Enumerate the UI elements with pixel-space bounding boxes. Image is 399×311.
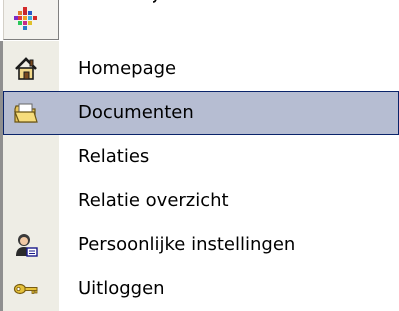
dropdown-menu: Homepage Documenten Relaties Relatie ove… [0, 41, 399, 311]
menu-item-homepage[interactable]: Homepage [3, 47, 399, 91]
user-settings-icon [16, 234, 38, 257]
menu-item-label: Uitloggen [78, 278, 165, 299]
menu-item-relatie-overzicht[interactable]: Relatie overzicht [3, 179, 399, 223]
key-icon [13, 283, 38, 295]
main-menu-button[interactable] [3, 0, 59, 40]
app-window: Homepage Documenten Relaties Relatie ove… [0, 0, 399, 311]
open-folder-icon [14, 103, 38, 123]
app-logo-icon [14, 7, 37, 30]
menu-item-label: Relatie overzicht [78, 190, 229, 211]
cursor-fragment [152, 0, 157, 3]
home-icon [15, 57, 37, 80]
menu-item-label: Relaties [78, 146, 150, 167]
menu-item-label: Homepage [78, 58, 177, 79]
menubar [0, 0, 399, 42]
menu-item-uitloggen[interactable]: Uitloggen [3, 267, 399, 311]
menu-item-documenten[interactable]: Documenten [3, 91, 399, 135]
menu-item-relaties[interactable]: Relaties [3, 135, 399, 179]
menu-item-label: Documenten [78, 102, 194, 123]
menu-item-persoonlijke-instellingen[interactable]: Persoonlijke instellingen [3, 223, 399, 267]
menu-item-label: Persoonlijke instellingen [78, 234, 296, 255]
